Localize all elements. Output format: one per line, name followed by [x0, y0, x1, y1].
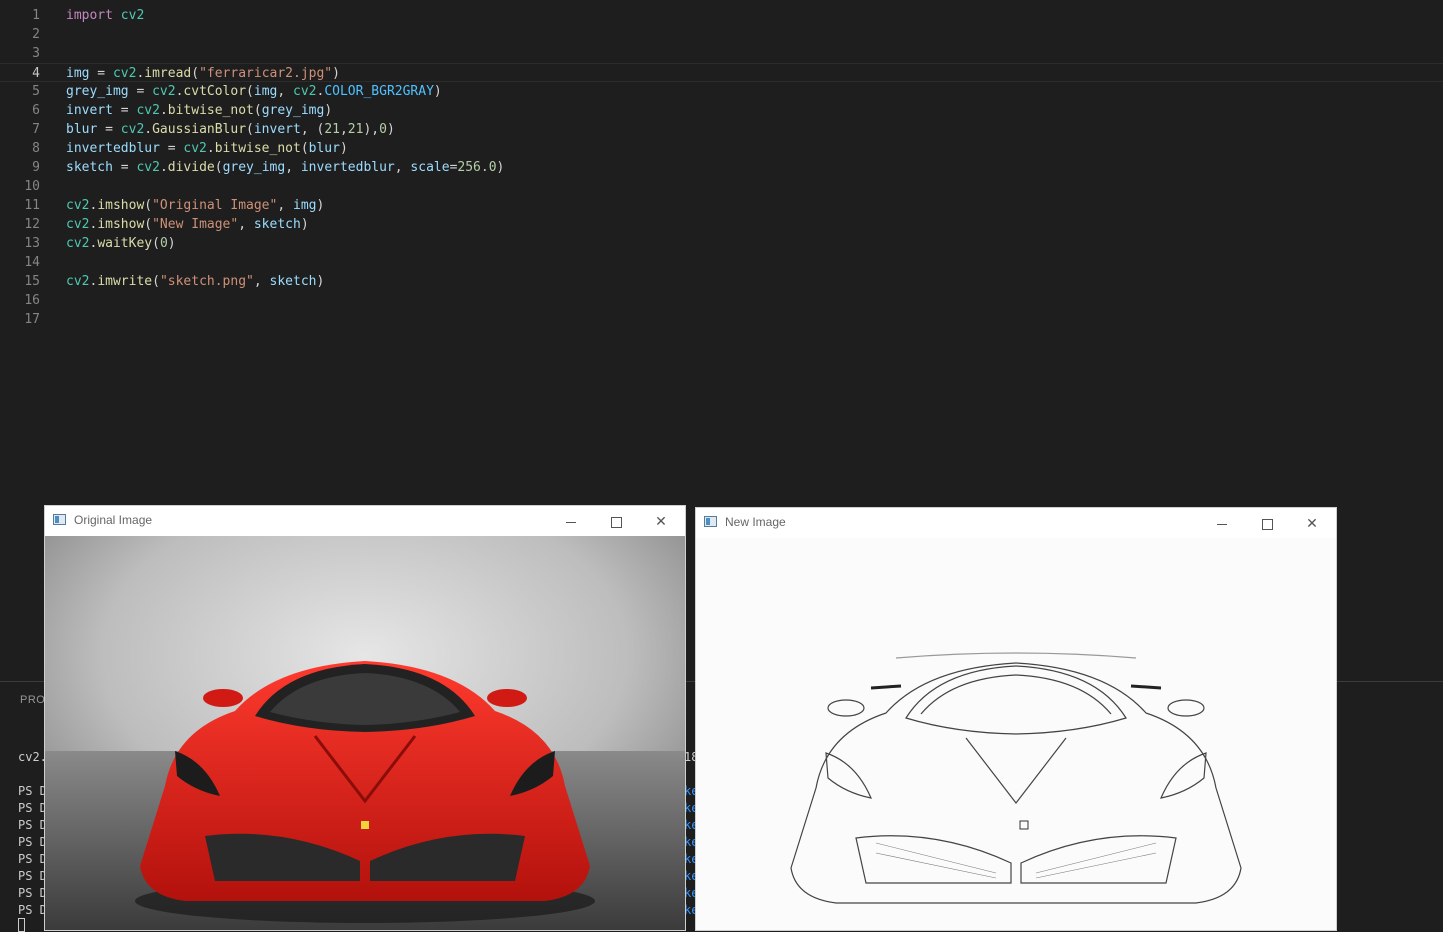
code-line[interactable]: 11 cv2.imshow("Original Image", img)	[0, 196, 1443, 215]
code-line[interactable]: 13 cv2.waitKey(0)	[0, 234, 1443, 253]
line-number: 10	[24, 179, 40, 194]
car-sketch-image	[696, 538, 1336, 930]
code-line[interactable]: 9 sketch = cv2.divide(grey_img, inverted…	[0, 158, 1443, 177]
close-icon: ✕	[655, 513, 667, 529]
code-line[interactable]: 12 cv2.imshow("New Image", sketch)	[0, 215, 1443, 234]
line-number: 9	[32, 160, 40, 175]
code-text: import cv2	[66, 8, 145, 23]
line-number: 14	[24, 255, 40, 270]
line-number: 5	[32, 84, 40, 99]
window-app-icon	[704, 516, 717, 527]
window-titlebar[interactable]: Original Image ✕	[45, 506, 685, 536]
line-number: 8	[32, 141, 40, 156]
original-image-canvas	[45, 536, 685, 930]
new-image-window[interactable]: New Image ✕	[695, 507, 1337, 931]
close-icon: ✕	[1306, 515, 1318, 531]
line-number: 1	[32, 8, 40, 23]
line-number: 6	[32, 103, 40, 118]
maximize-button[interactable]	[601, 510, 631, 532]
code-line[interactable]: 7 blur = cv2.GaussianBlur(invert, (21,21…	[0, 120, 1443, 139]
maximize-icon	[610, 516, 622, 528]
code-text: sketch = cv2.divide(grey_img, invertedbl…	[66, 160, 505, 175]
window-title: New Image	[725, 515, 786, 529]
window-app-icon	[53, 514, 66, 525]
terminal-prompt: PS D	[18, 903, 47, 917]
line-number: 3	[32, 46, 40, 61]
line-number: 11	[24, 198, 40, 213]
terminal-prompt: PS D	[18, 886, 47, 900]
line-number: 17	[24, 312, 40, 327]
line-number: 4	[32, 66, 40, 81]
code-line-active[interactable]: 4 img = cv2.imread("ferraricar2.jpg")	[0, 63, 1443, 82]
code-text: cv2.imshow("New Image", sketch)	[66, 217, 309, 232]
line-number: 15	[24, 274, 40, 289]
code-text: grey_img = cv2.cvtColor(img, cv2.COLOR_B…	[66, 84, 442, 99]
close-button[interactable]: ✕	[646, 510, 676, 532]
terminal-cursor	[18, 918, 25, 932]
code-text: cv2.imshow("Original Image", img)	[66, 198, 325, 213]
original-image-window[interactable]: Original Image ✕	[44, 505, 686, 931]
code-line[interactable]: 10	[0, 177, 1443, 196]
code-line[interactable]: 14	[0, 253, 1443, 272]
maximize-button[interactable]	[1252, 512, 1282, 534]
window-title: Original Image	[74, 513, 153, 527]
code-line[interactable]: 17	[0, 310, 1443, 329]
maximize-icon	[1261, 518, 1273, 530]
code-line[interactable]: 2	[0, 25, 1443, 44]
code-text: invert = cv2.bitwise_not(grey_img)	[66, 103, 333, 118]
red-car-photo	[45, 536, 685, 930]
terminal-prompt: PS D	[18, 818, 47, 832]
line-number: 7	[32, 122, 40, 137]
code-text: cv2.waitKey(0)	[66, 236, 176, 251]
close-button[interactable]: ✕	[1297, 512, 1327, 534]
minimize-icon	[1217, 523, 1227, 525]
code-line[interactable]: 3	[0, 44, 1443, 63]
line-number: 16	[24, 293, 40, 308]
code-line[interactable]: 16	[0, 291, 1443, 310]
sketch-image-canvas	[696, 538, 1336, 930]
minimize-button[interactable]	[1207, 512, 1237, 534]
code-text: blur = cv2.GaussianBlur(invert, (21,21),…	[66, 122, 395, 137]
terminal-line: cv2.	[18, 750, 47, 764]
terminal-prompt: PS D	[18, 852, 47, 866]
code-line[interactable]: 15 cv2.imwrite("sketch.png", sketch)	[0, 272, 1443, 291]
code-text: invertedblur = cv2.bitwise_not(blur)	[66, 141, 348, 156]
code-line[interactable]: 8 invertedblur = cv2.bitwise_not(blur)	[0, 139, 1443, 158]
terminal-prompt: PS D	[18, 835, 47, 849]
minimize-button[interactable]	[556, 510, 586, 532]
code-line[interactable]: 1 import cv2	[0, 6, 1443, 25]
code-text: img = cv2.imread("ferraricar2.jpg")	[66, 66, 340, 81]
line-number: 12	[24, 217, 40, 232]
line-number: 2	[32, 27, 40, 42]
line-number: 13	[24, 236, 40, 251]
code-line[interactable]: 5 grey_img = cv2.cvtColor(img, cv2.COLOR…	[0, 82, 1443, 101]
terminal-prompt: PS D	[18, 784, 47, 798]
minimize-icon	[566, 521, 576, 523]
code-line[interactable]: 6 invert = cv2.bitwise_not(grey_img)	[0, 101, 1443, 120]
terminal-prompt: PS D	[18, 801, 47, 815]
code-text: cv2.imwrite("sketch.png", sketch)	[66, 274, 325, 289]
terminal-prompt: PS D	[18, 869, 47, 883]
window-titlebar[interactable]: New Image ✕	[696, 508, 1336, 538]
